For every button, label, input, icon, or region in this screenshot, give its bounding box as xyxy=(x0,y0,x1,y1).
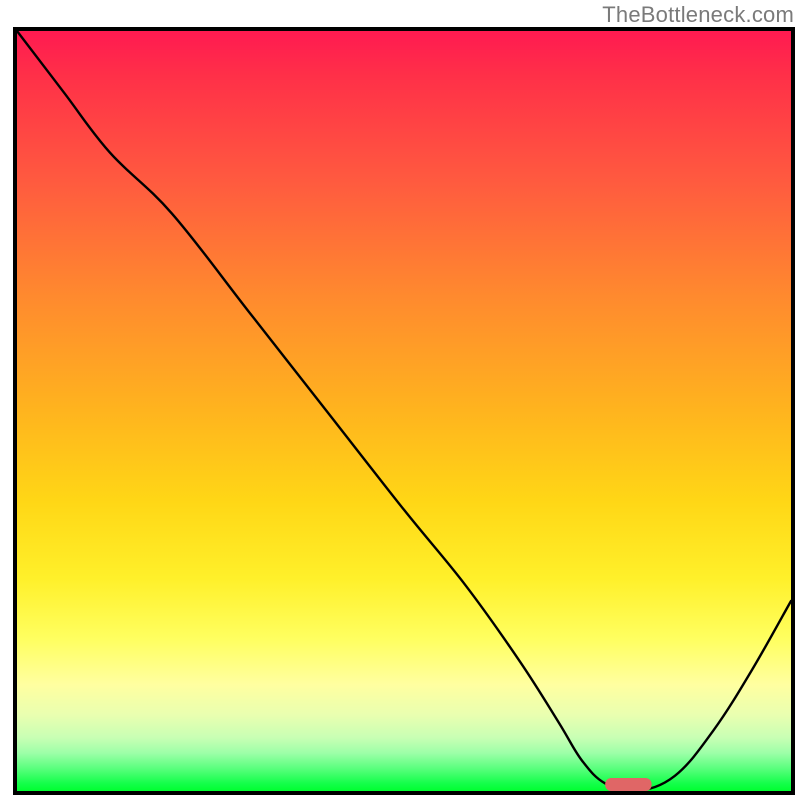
chart-plot-area xyxy=(13,27,795,795)
curve-path xyxy=(17,31,791,791)
optimal-marker xyxy=(605,778,651,791)
watermark-text: TheBottleneck.com xyxy=(602,2,794,28)
bottleneck-curve xyxy=(17,31,791,791)
